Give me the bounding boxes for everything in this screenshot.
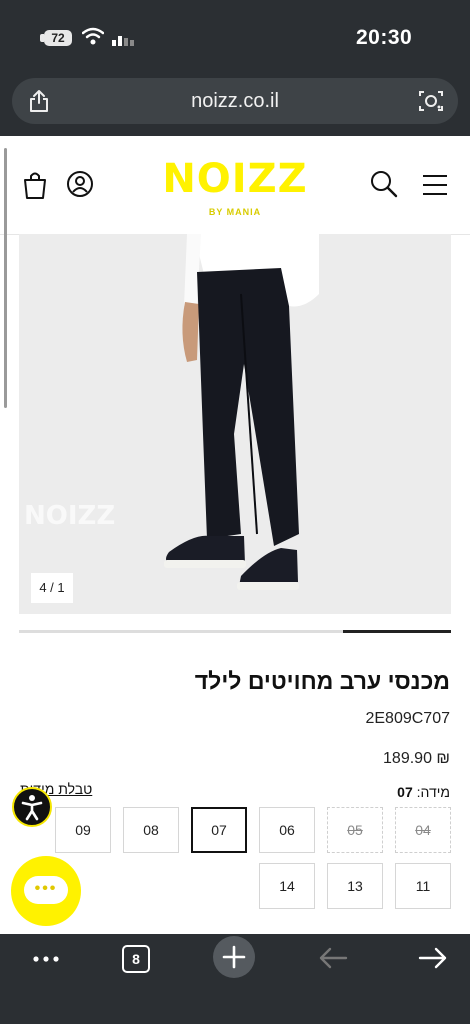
new-tab-button[interactable] <box>213 936 255 978</box>
page-scrollbar[interactable] <box>4 148 7 408</box>
chat-icon: ••• <box>24 876 68 904</box>
hamburger-menu-icon[interactable] <box>422 174 448 196</box>
browser-address-area: noizz.co.il <box>0 78 470 136</box>
accessibility-icon <box>21 795 43 821</box>
size-option-07[interactable]: 07 <box>191 807 247 853</box>
image-watermark: NOIZZ <box>24 501 115 531</box>
shopping-bag-icon[interactable] <box>22 170 48 200</box>
accessibility-button[interactable] <box>12 787 52 827</box>
signal-icon <box>112 36 134 46</box>
size-option-08[interactable]: 08 <box>123 807 179 853</box>
battery-indicator: 72 <box>44 30 72 46</box>
plus-icon <box>222 945 246 969</box>
logo-subtitle: BY MANIA <box>209 207 261 217</box>
site-header: NOIZZ BY MANIA <box>0 136 470 235</box>
tab-switcher-button[interactable]: 8 <box>122 945 150 973</box>
size-option-11[interactable]: 11 <box>395 863 451 909</box>
status-bar: 72 20:30 <box>0 0 470 78</box>
url-text[interactable]: noizz.co.il <box>12 90 458 113</box>
product-photo: NOIZZ <box>19 234 451 614</box>
size-option-09[interactable]: 09 <box>55 807 111 853</box>
product-image-gallery[interactable]: NOIZZ <box>19 234 451 614</box>
product-price: ₪ 189.90 <box>383 750 450 767</box>
clock: 20:30 <box>356 26 413 49</box>
address-bar[interactable]: noizz.co.il <box>12 78 458 124</box>
size-option-05: 05 <box>327 807 383 853</box>
more-options-icon[interactable] <box>32 954 60 964</box>
chat-button[interactable]: ••• <box>11 856 81 926</box>
back-arrow-icon[interactable] <box>318 946 348 970</box>
gallery-progress <box>19 630 451 633</box>
search-icon[interactable] <box>370 170 398 198</box>
forward-arrow-icon[interactable] <box>418 946 448 970</box>
account-icon[interactable] <box>66 170 94 198</box>
size-option-13[interactable]: 13 <box>327 863 383 909</box>
size-label: מידה: 07 <box>397 784 450 800</box>
logo-wordmark: NOIZZ <box>162 156 307 202</box>
wifi-icon <box>82 27 104 45</box>
size-option-06[interactable]: 06 <box>259 807 315 853</box>
size-option-04: 04 <box>395 807 451 853</box>
product-sku: 2E809C707 <box>365 710 450 727</box>
product-title: מכנסי ערב מחויטים לילד <box>194 668 450 694</box>
selected-size-value: 07 <box>397 784 413 800</box>
camera-lens-icon[interactable] <box>418 89 444 113</box>
size-option-14[interactable]: 14 <box>259 863 315 909</box>
site-logo[interactable]: NOIZZ BY MANIA <box>146 154 324 224</box>
size-label-text: מידה: <box>416 784 450 800</box>
gallery-progress-fill <box>343 630 451 633</box>
image-counter: 4 / 1 <box>31 573 73 603</box>
